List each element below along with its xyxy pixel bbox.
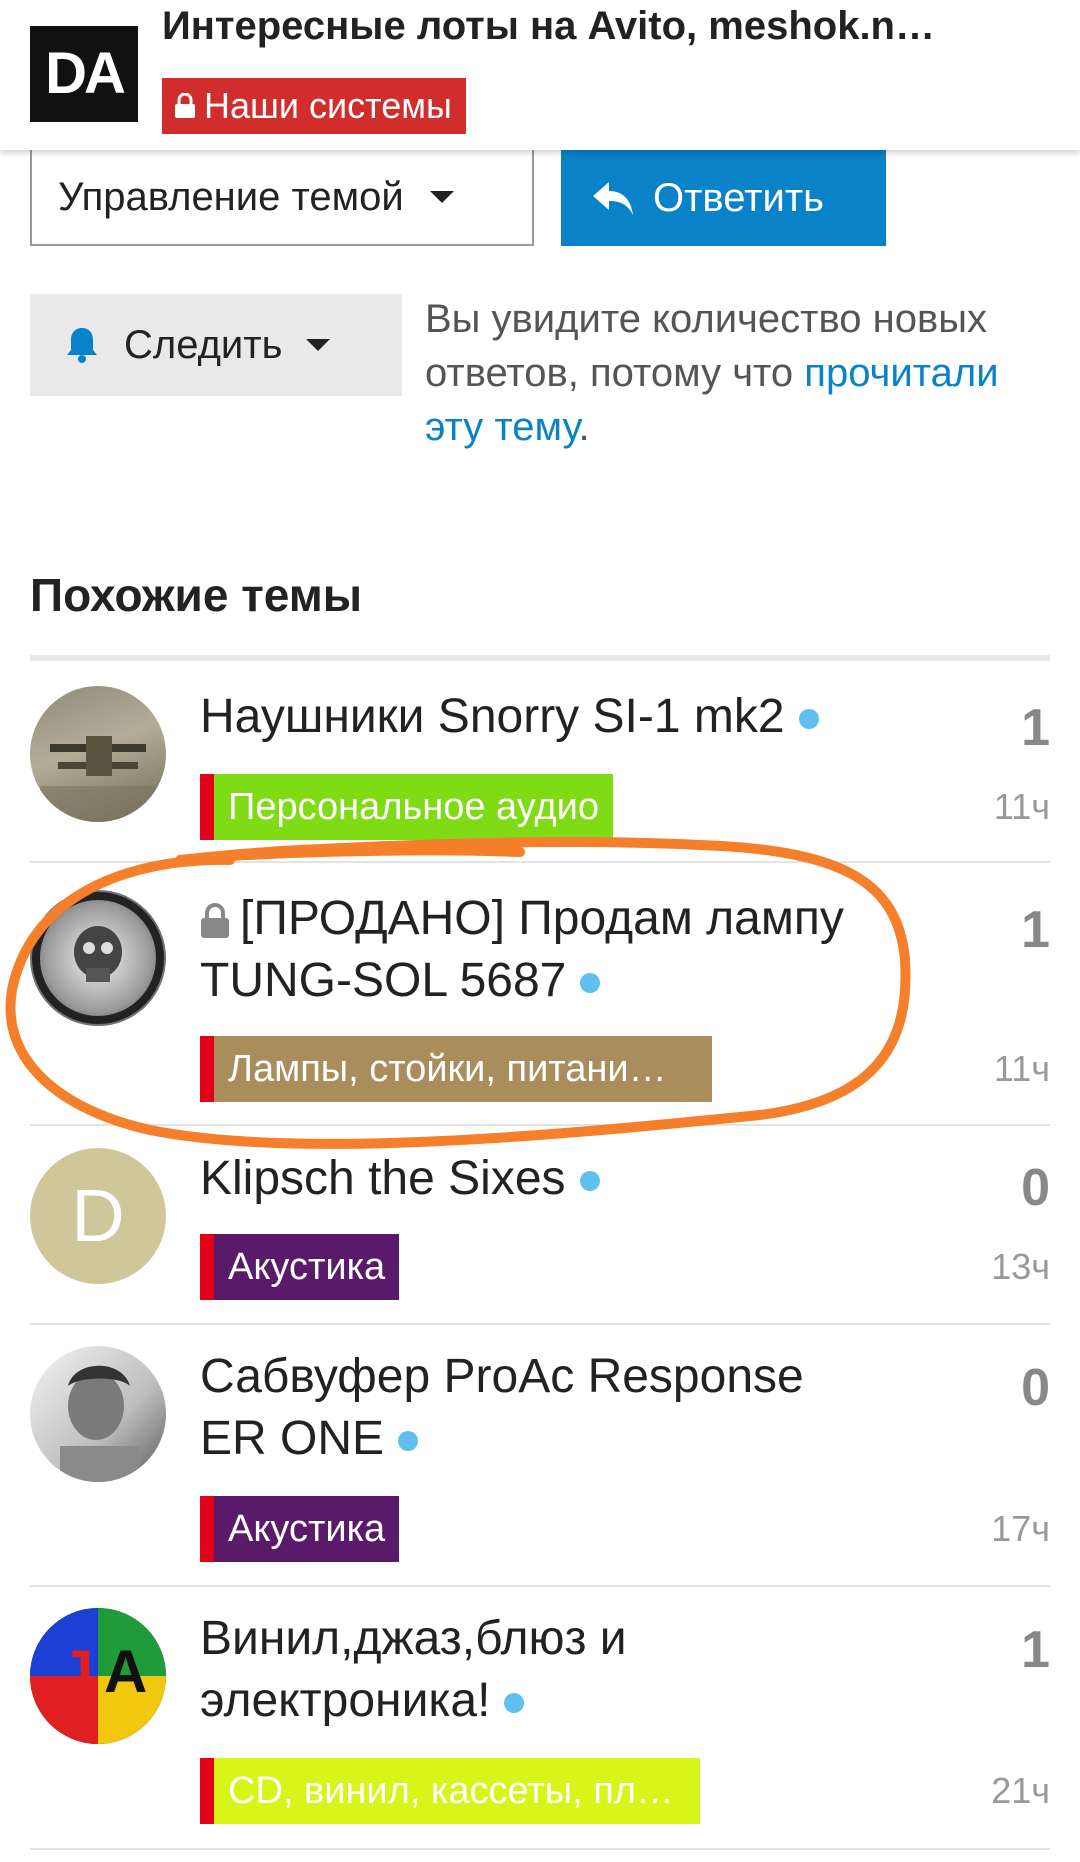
category-tag[interactable]: Персональное аудио: [200, 774, 614, 840]
activity-age[interactable]: 11ч: [930, 1048, 1050, 1090]
topic-admin-menu-button[interactable]: Управление темой: [30, 150, 534, 246]
biplane-avatar[interactable]: [30, 686, 166, 822]
watch-label: Следить: [124, 322, 283, 367]
topic-title[interactable]: Интересные лоты на Avito, meshok.n…: [162, 4, 1062, 49]
row-divider: [30, 861, 1050, 863]
reply-label: Ответить: [653, 175, 824, 220]
row-divider: [30, 1848, 1050, 1850]
topic-header: DA Интересные лоты на Avito, meshok.n… Н…: [0, 0, 1080, 150]
topic-title-text: Klipsch the Sixes: [200, 1152, 566, 1205]
row-divider: [30, 1323, 1050, 1325]
svg-text:J: J: [60, 1638, 93, 1705]
topic-link[interactable]: Klipsch the Sixes: [200, 1148, 860, 1210]
category-badge[interactable]: Наши системы: [162, 78, 466, 134]
unread-dot: [579, 1171, 600, 1192]
activity-age[interactable]: 13ч: [930, 1246, 1050, 1288]
topic-row[interactable]: J A Винил,джаз,блюз и электроника! CD, в…: [30, 1608, 1050, 1848]
reply-count: 0: [1021, 1359, 1050, 1417]
unread-dot: [798, 709, 819, 730]
topic-row[interactable]: Наушники Snorry SI-1 mk2 Персональное ау…: [30, 686, 1050, 856]
notice-end: .: [578, 405, 590, 449]
topic-row[interactable]: [ПРОДАНО] Продам лампу TUNG-SOL 5687 Лам…: [30, 888, 1050, 1128]
row-divider: [30, 1585, 1050, 1587]
jazz-avatar[interactable]: J A: [30, 1608, 166, 1744]
unread-dot: [580, 973, 601, 994]
reply-count: 1: [1021, 699, 1050, 757]
avatar-letter: D: [71, 1174, 125, 1257]
category-tag[interactable]: Акустика: [200, 1234, 400, 1300]
topic-link[interactable]: Наушники Snorry SI-1 mk2: [200, 686, 860, 748]
skull-icon: [32, 892, 164, 1024]
bell-icon: [67, 328, 97, 363]
similar-topics-heading: Похожие темы: [30, 569, 363, 621]
skull-avatar[interactable]: [30, 890, 166, 1026]
category-tag[interactable]: CD, винил, кассеты, пле…: [200, 1758, 700, 1824]
lock-icon: [175, 93, 195, 118]
category-tag[interactable]: Акустика: [200, 1496, 400, 1562]
unread-dot: [398, 1431, 419, 1452]
topic-title-text: Наушники Snorry SI-1 mk2: [200, 690, 785, 743]
unread-dot: [504, 1693, 525, 1714]
topic-row[interactable]: Сабвуфер ProAc Response ER ONE Акустика …: [30, 1346, 1050, 1586]
site-logo[interactable]: DA: [30, 26, 138, 122]
reply-icon: [593, 182, 633, 215]
caret-down-icon: [306, 339, 331, 351]
topic-title-text: Сабвуфер ProAc Response ER ONE: [200, 1350, 804, 1465]
reply-count: 0: [1021, 1159, 1050, 1217]
portrait-icon: [60, 1365, 140, 1482]
lock-icon: [201, 903, 229, 939]
reply-count: 1: [1021, 901, 1050, 959]
topic-link[interactable]: [ПРОДАНО] Продам лампу TUNG-SOL 5687: [200, 888, 860, 1012]
topic-link[interactable]: Винил,джаз,блюз и электроника!: [200, 1608, 860, 1732]
category-tag[interactable]: Лампы, стойки, питани…: [200, 1036, 712, 1102]
topic-title-text: Винил,джаз,блюз и электроника!: [200, 1612, 627, 1727]
portrait-avatar[interactable]: [30, 1346, 166, 1482]
category-label: Наши системы: [204, 85, 452, 126]
notification-level-button[interactable]: Следить: [30, 294, 402, 396]
activity-age[interactable]: 17ч: [930, 1508, 1050, 1550]
topic-row[interactable]: D Klipsch the Sixes Акустика 0 13ч: [30, 1148, 1050, 1318]
activity-age[interactable]: 11ч: [930, 786, 1050, 828]
topic-link[interactable]: Сабвуфер ProAc Response ER ONE: [200, 1346, 860, 1470]
biplane-icon: [40, 736, 160, 822]
notification-reason-text: Вы увидите количество новых ответов, пот…: [425, 292, 1045, 454]
activity-age[interactable]: 21ч: [930, 1770, 1050, 1812]
topic-title-text: [ПРОДАНО] Продам лампу TUNG-SOL 5687: [200, 892, 844, 1007]
manage-label: Управление темой: [58, 174, 404, 219]
reply-button[interactable]: Ответить: [561, 150, 886, 246]
jazz-icon: J A: [30, 1608, 166, 1744]
section-divider: [30, 655, 1050, 661]
reply-count: 1: [1021, 1621, 1050, 1679]
row-divider: [30, 1124, 1050, 1126]
caret-down-icon: [429, 191, 454, 203]
svg-text:A: A: [104, 1638, 147, 1705]
letter-avatar[interactable]: D: [30, 1148, 166, 1284]
